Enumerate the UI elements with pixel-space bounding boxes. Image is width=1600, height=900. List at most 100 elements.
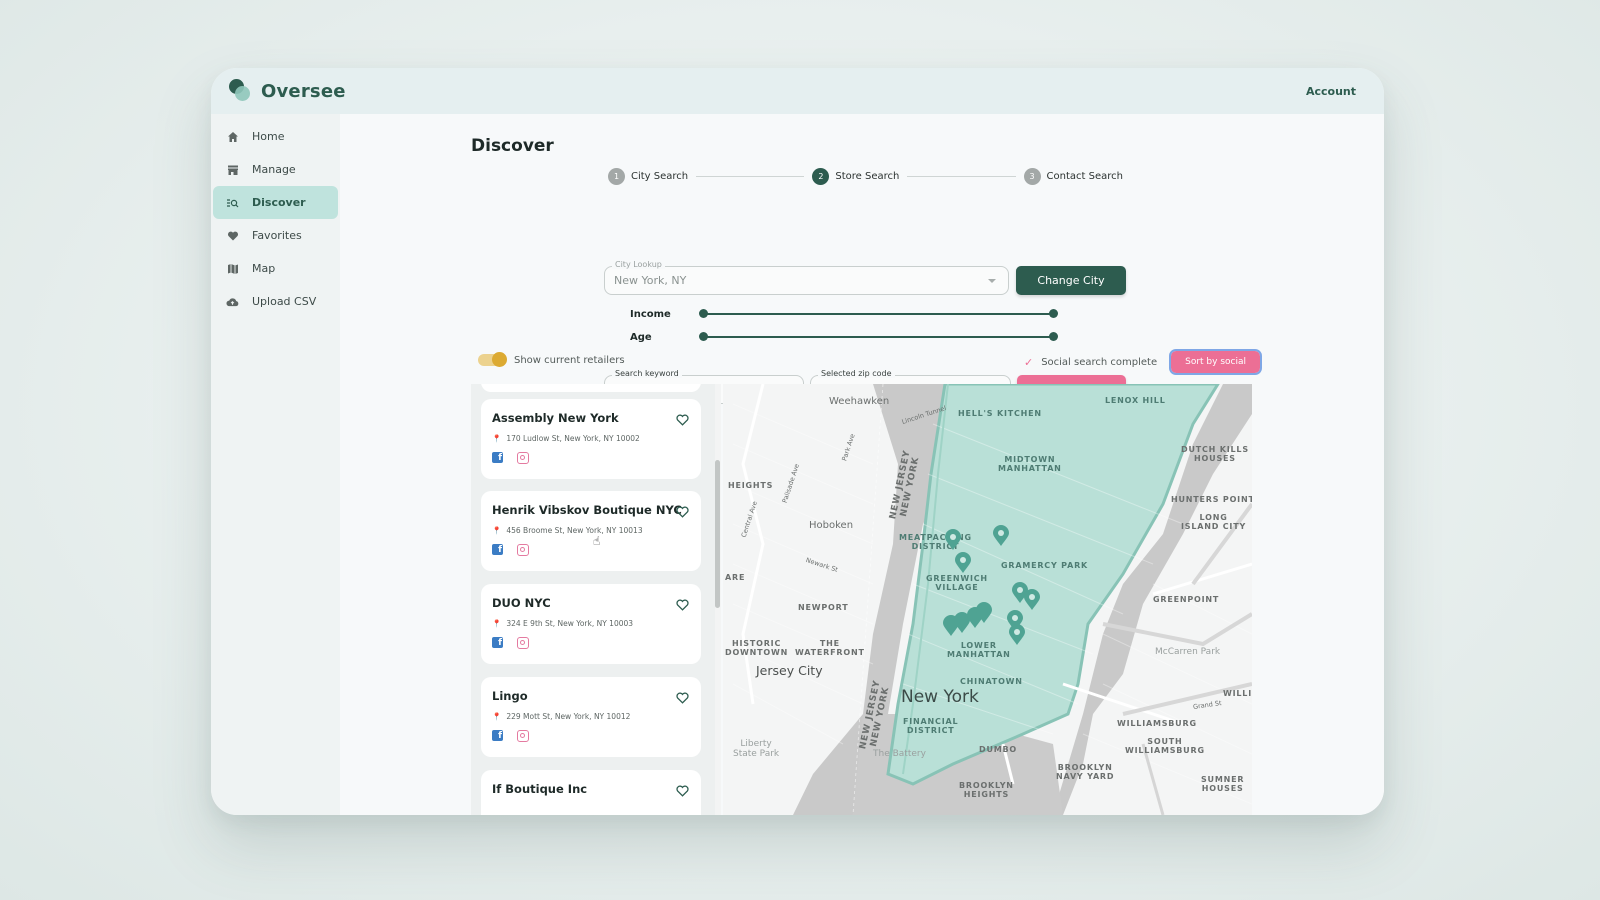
heart-icon <box>226 229 239 242</box>
age-max-handle[interactable] <box>1049 332 1058 341</box>
map-label: HISTORIC DOWNTOWN <box>725 639 789 657</box>
result-card-previous[interactable] <box>481 384 701 392</box>
map-label: New York <box>901 687 979 707</box>
map-label: SOUTH WILLIAMSBURG <box>1125 737 1205 755</box>
map-label: McCarren Park <box>1155 647 1221 657</box>
step-label: Store Search <box>835 170 900 182</box>
step-store-search[interactable]: 2 Store Search <box>812 167 900 185</box>
city-lookup-select[interactable]: City Lookup New York, NY <box>604 260 1009 295</box>
result-card[interactable]: Assembly New York 📍 170 Ludlow St, New Yo… <box>481 399 701 479</box>
result-card[interactable]: Henrik Vibskov Boutique NYC 📍 456 Broome … <box>481 491 701 571</box>
map-label: The Battery <box>873 749 926 759</box>
income-max-handle[interactable] <box>1049 309 1058 318</box>
map-label: HEIGHTS <box>728 481 774 490</box>
age-track[interactable] <box>699 332 1058 341</box>
map-label: LOWER MANHATTAN <box>947 641 1011 659</box>
chevron-down-icon <box>988 279 996 283</box>
pointer-cursor-icon: ☝ <box>593 534 601 548</box>
instagram-icon[interactable] <box>517 637 529 649</box>
map-label: HELL'S KITCHEN <box>958 409 1042 418</box>
map-label: BROOKLYN HEIGHTS <box>959 781 1014 799</box>
sidebar-item-label: Manage <box>252 163 296 176</box>
facebook-icon[interactable]: f <box>492 452 503 463</box>
favorite-heart-icon[interactable] <box>676 596 689 615</box>
logo-icon <box>227 79 251 103</box>
income-min-handle[interactable] <box>699 309 708 318</box>
map-label: LONG ISLAND CITY <box>1181 513 1247 531</box>
income-track[interactable] <box>699 309 1058 318</box>
step-number: 3 <box>1023 167 1041 185</box>
show-retailers-label: Show current retailers <box>514 354 625 366</box>
map-label: ARE <box>725 573 746 582</box>
account-link[interactable]: Account <box>1306 85 1356 98</box>
map-pin-icon[interactable] <box>992 525 1010 547</box>
step-label: Contact Search <box>1046 170 1123 182</box>
show-retailers-toggle[interactable] <box>478 352 507 367</box>
sidebar-item-manage[interactable]: Manage <box>213 153 338 186</box>
map-pin-icon[interactable] <box>1023 589 1041 611</box>
facebook-icon[interactable]: f <box>492 730 503 741</box>
instagram-icon[interactable] <box>517 452 529 464</box>
sidebar-item-home[interactable]: Home <box>213 120 338 153</box>
step-contact-search[interactable]: 3 Contact Search <box>1023 167 1123 185</box>
map-view[interactable]: Weehawken Lincoln Tunnel HELL'S KITCHEN … <box>723 384 1252 815</box>
store-name: Lingo <box>492 689 528 703</box>
sidebar-item-upload-csv[interactable]: Upload CSV <box>213 285 338 318</box>
age-label: Age <box>630 331 652 343</box>
sort-by-social-button[interactable]: Sort by social <box>1169 349 1262 375</box>
store-address: 📍 456 Broome St, New York, NY 10013 <box>492 526 643 535</box>
map-label: Liberty State Park <box>733 739 780 759</box>
page-title: Discover <box>471 136 554 156</box>
income-slider: Income <box>630 307 1090 321</box>
city-lookup-value: New York, NY <box>614 274 687 287</box>
result-card[interactable]: If Boutique Inc <box>481 770 701 815</box>
app-window: Oversee Account Home Manage Discover Fav… <box>211 68 1384 815</box>
store-address: 📍 324 E 9th St, New York, NY 10003 <box>492 619 634 628</box>
social-status-row: ✓ Social search complete Sort by social <box>1023 349 1262 375</box>
map-pin-icon[interactable] <box>944 529 962 551</box>
map-pin-icon[interactable] <box>954 552 972 574</box>
sidebar-item-discover[interactable]: Discover <box>213 186 338 219</box>
step-connector <box>696 175 805 177</box>
sidebar-item-map[interactable]: Map <box>213 252 338 285</box>
cloud-upload-icon <box>226 295 239 308</box>
sidebar: Home Manage Discover Favorites Map Uploa… <box>211 114 340 815</box>
change-city-button[interactable]: Change City <box>1016 266 1126 295</box>
sidebar-item-favorites[interactable]: Favorites <box>213 219 338 252</box>
search-keyword-label: Search keyword <box>612 369 682 378</box>
facebook-icon[interactable]: f <box>492 637 503 648</box>
map-pin-icon[interactable] <box>1008 624 1026 646</box>
checkmark-icon: ✓ <box>1023 355 1034 369</box>
step-city-search[interactable]: 1 City Search <box>608 167 689 185</box>
map-label: LENOX HILL <box>1105 396 1166 405</box>
store-name: DUO NYC <box>492 596 551 610</box>
zip-code-label: Selected zip code <box>818 369 895 378</box>
results-scrollbar[interactable] <box>715 384 721 815</box>
map-label: SUMNER HOUSES <box>1201 775 1245 793</box>
age-min-handle[interactable] <box>699 332 708 341</box>
location-pin-icon: 📍 <box>492 434 502 443</box>
sidebar-item-label: Favorites <box>252 229 302 242</box>
map-pin-icon[interactable] <box>975 602 993 624</box>
result-card[interactable]: Lingo 📍 229 Mott St, New York, NY 10012 f <box>481 677 701 757</box>
map-label: HUNTERS POINT <box>1171 495 1252 504</box>
age-slider: Age <box>630 330 1090 344</box>
facebook-icon[interactable]: f <box>492 544 503 555</box>
favorite-heart-icon[interactable] <box>676 411 689 430</box>
discover-main: Discover 1 City Search 2 Store Search 3 … <box>340 114 1384 815</box>
result-card[interactable]: DUO NYC 📍 324 E 9th St, New York, NY 1000… <box>481 584 701 664</box>
favorite-heart-icon[interactable] <box>676 689 689 708</box>
store-name: Henrik Vibskov Boutique NYC <box>492 503 682 517</box>
step-number: 2 <box>812 167 830 185</box>
step-label: City Search <box>631 170 689 182</box>
store-icon <box>226 163 239 176</box>
map-label: WILLIAMSBURG <box>1117 719 1197 728</box>
scrollbar-thumb[interactable] <box>715 460 720 608</box>
favorite-heart-icon[interactable] <box>676 503 689 522</box>
map-label: Jersey City <box>756 663 823 678</box>
instagram-icon[interactable] <box>517 730 529 742</box>
stepper: 1 City Search 2 Store Search 3 Contact S… <box>608 166 1123 186</box>
favorite-heart-icon[interactable] <box>676 782 689 801</box>
logo[interactable]: Oversee <box>227 79 346 103</box>
instagram-icon[interactable] <box>517 544 529 556</box>
